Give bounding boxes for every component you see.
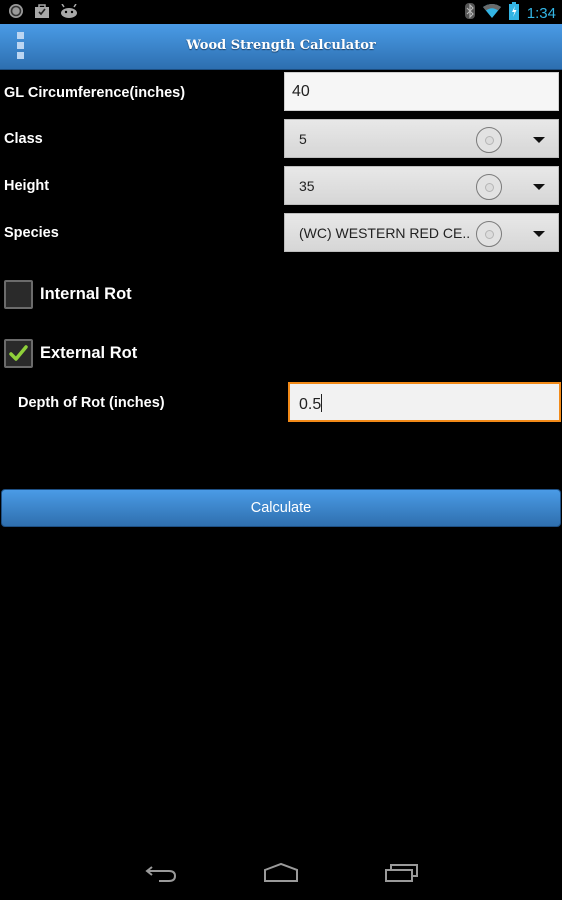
status-bar: 1:34: [0, 0, 562, 24]
store-bag-icon: [34, 3, 50, 24]
battery-charging-icon: [508, 2, 519, 25]
gl-circumference-input[interactable]: 40: [284, 72, 559, 111]
wifi-icon: [482, 4, 501, 23]
dropdown-arrow-icon: [533, 137, 545, 143]
radio-indicator-icon: [476, 174, 502, 200]
external-rot-checkbox[interactable]: [4, 339, 33, 368]
navigation-bar: [0, 852, 562, 900]
sync-icon: [8, 3, 24, 24]
calculate-button[interactable]: Calculate: [1, 489, 561, 527]
class-label: Class: [4, 131, 43, 147]
text-cursor: [321, 394, 323, 412]
species-label: Species: [4, 225, 59, 241]
class-selected-value: 5: [299, 131, 307, 147]
species-spinner[interactable]: (WC) WESTERN RED CE..: [284, 213, 559, 252]
radio-indicator-icon: [476, 127, 502, 153]
gl-circumference-label: GL Circumference(inches): [4, 85, 186, 101]
species-selected-value: (WC) WESTERN RED CE..: [299, 225, 471, 241]
depth-of-rot-label: Depth of Rot (inches): [18, 395, 165, 411]
depth-of-rot-value: 0.5: [299, 396, 322, 413]
dropdown-arrow-icon: [533, 231, 545, 237]
height-label: Height: [4, 178, 50, 194]
android-icon: [60, 3, 78, 23]
clock: 1:34: [526, 5, 556, 22]
action-bar: Wood Strength Calculator: [0, 24, 562, 70]
home-icon[interactable]: [263, 862, 299, 889]
radio-indicator-icon: [476, 221, 502, 247]
bluetooth-icon: [464, 3, 475, 24]
height-spinner[interactable]: 35: [284, 166, 559, 205]
external-rot-label: External Rot: [40, 344, 138, 362]
class-spinner[interactable]: 5: [284, 119, 559, 158]
internal-rot-label: Internal Rot: [40, 285, 132, 303]
dropdown-arrow-icon: [533, 184, 545, 190]
back-icon[interactable]: [144, 862, 178, 889]
app-title: Wood Strength Calculator: [186, 38, 376, 53]
recent-apps-icon[interactable]: [384, 862, 420, 889]
internal-rot-checkbox[interactable]: [4, 280, 33, 309]
depth-of-rot-input[interactable]: 0.5: [288, 382, 561, 422]
height-selected-value: 35: [299, 178, 315, 194]
checkmark-icon: [9, 345, 28, 361]
